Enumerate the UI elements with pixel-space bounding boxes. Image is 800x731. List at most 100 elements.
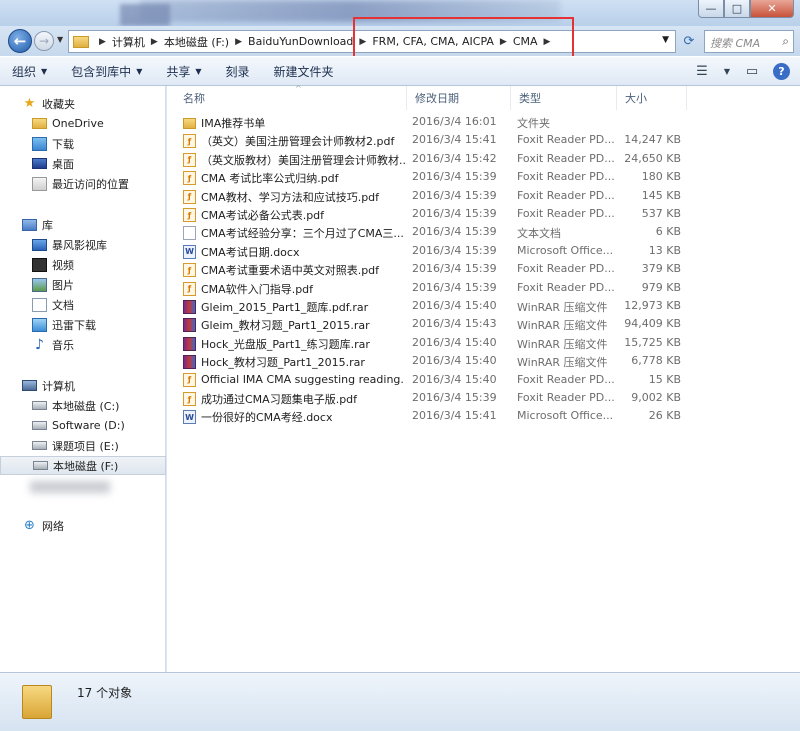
file-row[interactable]: ƒ CMA教材、学习方法和应试技巧.pdf 2016/3/4 15:39 Foxit … <box>177 187 789 205</box>
file-row[interactable]: ƒ CMA 考试比率公式归纳.pdf 2016/3/4 15:39 Foxit Rea… <box>177 168 789 186</box>
file-name-cell: Hock_教材习题_Part1_2015.rar <box>183 354 405 370</box>
file-row[interactable]: Hock_教材习题_Part1_2015.rar 2016/3/4 15:40 Wi… <box>177 352 789 370</box>
file-name-cell: ƒ CMA软件入门指导.pdf <box>183 281 405 297</box>
close-button[interactable]: ✕ <box>750 0 794 18</box>
file-date: 2016/3/4 15:41 <box>412 409 497 423</box>
file-row[interactable]: ƒ 成功通过CMA习题集电子版.pdf 2016/3/4 15:39 Foxit Re… <box>177 389 789 407</box>
file-name: CMA考试必备公式表.pdf <box>201 209 325 222</box>
chevron-right-icon[interactable]: ▶ <box>99 37 106 47</box>
sidebar-item-baofeng-library[interactable]: 暴风影视库 <box>0 235 166 254</box>
back-button[interactable]: ← <box>8 29 32 53</box>
address-history-dropdown[interactable]: ▼ <box>662 35 669 45</box>
chevron-right-icon[interactable]: ▶ <box>151 37 158 47</box>
rar-archive-icon <box>183 300 196 314</box>
pdf-file-icon: ƒ <box>183 281 196 296</box>
file-date: 2016/3/4 15:40 <box>412 354 497 368</box>
sidebar-item-drive-f[interactable]: 本地磁盘 (F:) <box>0 456 166 475</box>
preview-pane-button[interactable]: ▭ <box>743 62 761 80</box>
column-header-date[interactable]: 修改日期 <box>407 86 511 110</box>
file-type: 文件夹 <box>517 117 550 130</box>
file-row[interactable]: Gleim_2015_Part1_题库.pdf.rar 2016/3/4 15:4… <box>177 297 789 315</box>
sidebar-item-music[interactable]: ♪ 音乐 <box>0 335 166 354</box>
sidebar-item-favorites[interactable]: ★ 收藏夹 <box>0 94 166 113</box>
sidebar-item-videos[interactable]: 视频 <box>0 255 166 274</box>
organize-menu[interactable]: 组织 ▼ <box>0 63 59 80</box>
file-row[interactable]: CMA考试经验分享：三个月过了CMA三... 2016/3/4 15:39 文本文档… <box>177 223 789 241</box>
pdf-file-icon: ƒ <box>183 134 196 149</box>
pdf-file-icon: ƒ <box>183 189 196 204</box>
minimize-button[interactable]: — <box>698 0 724 18</box>
status-bar: 17 个对象 <box>0 672 800 731</box>
file-name: 成功通过CMA习题集电子版.pdf <box>201 393 358 406</box>
file-name-cell: ƒ （英文版教材）美国注册管理会计师教材... <box>183 152 405 168</box>
file-name: 一份很好的CMA考经.docx <box>201 411 333 425</box>
column-header-type[interactable]: 类型 <box>511 86 617 110</box>
file-row[interactable]: Hock_光盘版_Part1_练习题库.rar 2016/3/4 15:40 Win… <box>177 334 789 352</box>
file-row[interactable]: ƒ CMA软件入门指导.pdf 2016/3/4 15:39 Foxit Reader… <box>177 279 789 297</box>
file-row[interactable]: IMA推荐书单 2016/3/4 16:01 文件夹 <box>177 113 789 131</box>
file-name: Hock_光盘版_Part1_练习题库.rar <box>201 337 370 351</box>
file-type: Foxit Reader PD... <box>517 188 615 202</box>
sidebar-label: 计算机 <box>42 379 75 393</box>
sidebar-label: 本地磁盘 (F:) <box>53 459 119 473</box>
sidebar-item-downloads[interactable]: 下载 <box>0 134 166 153</box>
file-size: 13 KB <box>648 243 681 257</box>
file-row[interactable]: ƒ （英文版教材）美国注册管理会计师教材... 2016/3/4 15:42 Foxi… <box>177 150 789 168</box>
sidebar-item-network[interactable]: ⊕ 网络 <box>0 516 166 535</box>
pdf-file-icon: ƒ <box>183 208 196 222</box>
breadcrumb-drive-f[interactable]: 本地磁盘 (F:) <box>164 34 229 50</box>
sidebar-item-desktop[interactable]: 桌面 <box>0 154 166 173</box>
breadcrumb-baiduyundownload[interactable]: BaiduYunDownload <box>248 35 353 48</box>
file-name: （英文）美国注册管理会计师教材2.pdf <box>201 135 395 149</box>
sidebar-item-libraries[interactable]: 库 <box>0 215 166 234</box>
file-name: CMA考试经验分享：三个月过了CMA三... <box>201 227 404 241</box>
sidebar-item-recent-places[interactable]: 最近访问的位置 <box>0 174 166 193</box>
file-name: CMA考试重要术语中英文对照表.pdf <box>201 264 380 278</box>
recent-pages-dropdown[interactable]: ▼ <box>57 35 63 44</box>
item-count: 17 个对象 <box>77 686 133 700</box>
sidebar-item-pictures[interactable]: 图片 <box>0 275 166 294</box>
maximize-button[interactable]: □ <box>724 0 750 18</box>
file-row[interactable]: W CMA考试日期.docx 2016/3/4 15:39 Microsoft Off… <box>177 242 789 260</box>
share-menu[interactable]: 共享 ▼ <box>154 63 213 80</box>
folder-icon <box>22 685 52 719</box>
pdf-file-icon: ƒ <box>183 263 196 278</box>
file-size: 24,650 KB <box>624 151 681 165</box>
new-folder-button[interactable]: 新建文件夹 <box>262 63 346 80</box>
file-name-cell: Gleim_教材习题_Part1_2015.rar <box>183 317 405 333</box>
sidebar-item-drive-c[interactable]: 本地磁盘 (C:) <box>0 396 166 415</box>
file-row[interactable]: ƒ CMA考试必备公式表.pdf 2016/3/4 15:39 Foxit Reade… <box>177 205 789 223</box>
view-options-button[interactable]: ☰ <box>693 62 711 80</box>
sidebar-item-thunder-downloads[interactable]: 迅雷下载 <box>0 315 166 334</box>
file-date: 2016/3/4 15:39 <box>412 188 497 202</box>
sidebar-label: 文档 <box>52 298 74 312</box>
forward-button[interactable]: → <box>34 31 54 51</box>
sidebar-item-drive-d[interactable]: Software (D:) <box>0 416 166 435</box>
rar-archive-icon <box>183 336 196 351</box>
file-row[interactable]: W 一份很好的CMA考经.docx 2016/3/4 15:41 Microsoft … <box>177 407 789 425</box>
help-button[interactable]: ? <box>773 62 790 80</box>
sidebar-label: 网络 <box>42 519 64 533</box>
sidebar-item-computer[interactable]: 计算机 <box>0 376 166 395</box>
onedrive-folder-icon <box>32 118 47 129</box>
column-header-name[interactable]: ^ 名称 <box>175 84 407 110</box>
file-row[interactable]: Gleim_教材习题_Part1_2015.rar 2016/3/4 15:43 W… <box>177 315 789 333</box>
chevron-right-icon[interactable]: ▶ <box>235 37 242 47</box>
sidebar-label: 图片 <box>52 278 74 292</box>
column-header-size[interactable]: 大小 <box>617 86 687 110</box>
chevron-down-icon: ▼ <box>57 35 64 44</box>
burn-button[interactable]: 刻录 <box>214 63 262 80</box>
sidebar-item-drive-e[interactable]: 课题项目 (E:) <box>0 436 166 455</box>
search-input[interactable]: 搜索 CMA ⌕ <box>704 30 794 53</box>
view-dropdown[interactable]: ▼ <box>723 62 731 80</box>
word-document-icon: W <box>183 244 196 259</box>
sidebar-item-documents[interactable]: 文档 <box>0 295 166 314</box>
file-row[interactable]: ƒ Official IMA CMA suggesting reading... 2… <box>177 371 789 389</box>
sidebar-item-onedrive[interactable]: OneDrive <box>0 114 166 133</box>
file-size: 537 KB <box>641 207 681 220</box>
file-row[interactable]: ƒ CMA考试重要术语中英文对照表.pdf 2016/3/4 15:39 Foxit … <box>177 260 789 278</box>
breadcrumb-computer[interactable]: 计算机 <box>112 34 145 50</box>
file-row[interactable]: ƒ （英文）美国注册管理会计师教材2.pdf 2016/3/4 15:41 Foxit… <box>177 131 789 149</box>
refresh-button[interactable]: ⟳ <box>679 31 699 51</box>
include-in-library-menu[interactable]: 包含到库中 ▼ <box>59 63 154 80</box>
